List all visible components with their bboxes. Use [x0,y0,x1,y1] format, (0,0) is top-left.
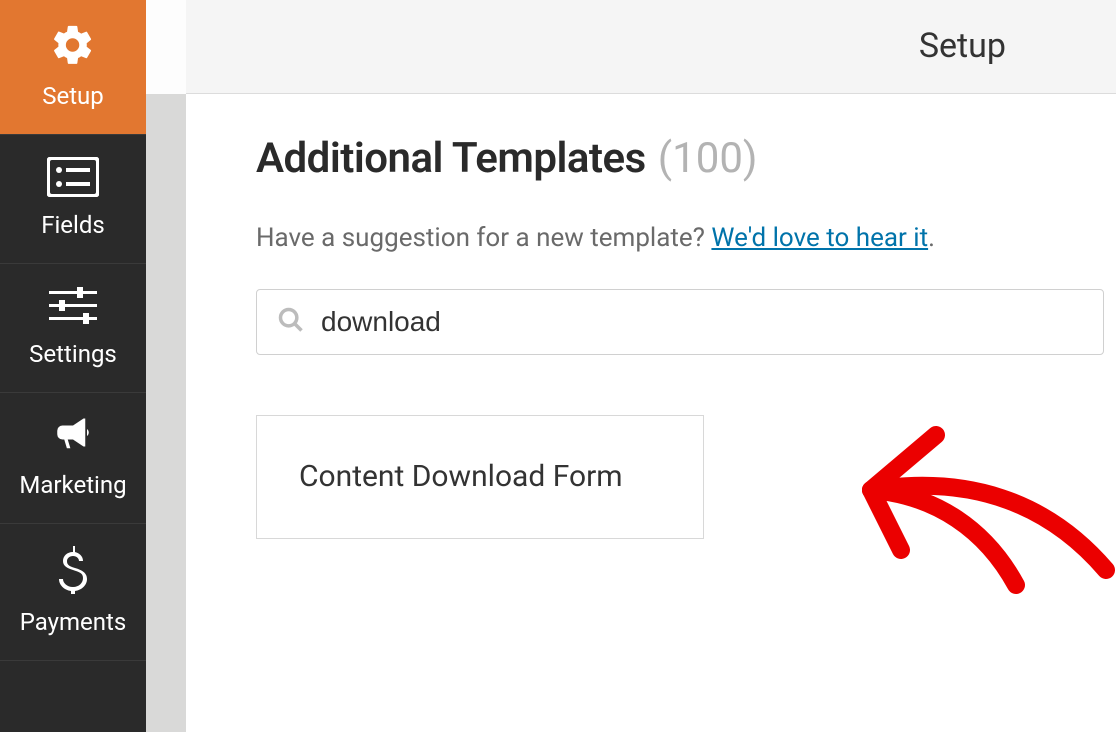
search-box[interactable] [256,289,1104,355]
template-card-title: Content Download Form [299,456,661,498]
heading-count: (100) [658,134,758,183]
search-input[interactable] [321,306,1083,338]
dollar-icon [59,546,87,598]
list-icon [47,157,99,201]
sidebar-item-marketing[interactable]: Marketing [0,393,146,524]
sidebar-item-fields[interactable]: Fields [0,135,146,264]
page-title: Setup [919,26,1006,66]
sidebar-item-settings[interactable]: Settings [0,264,146,393]
sidebar-item-label: Setup [42,82,104,110]
sidebar-item-label: Marketing [19,471,126,499]
sidebar-item-label: Payments [20,608,127,636]
main-area: Setup Additional Templates (100) Have a … [146,0,1116,732]
section-heading: Additional Templates (100) [256,134,1116,183]
sidebar: Setup Fields Settings [0,0,146,732]
suggestion-period: . [928,223,935,253]
sidebar-item-label: Settings [29,340,117,368]
shadow-stripe [146,94,186,732]
sliders-icon [49,286,97,330]
search-icon [277,306,305,338]
topbar: Setup [186,0,1116,94]
content: Additional Templates (100) Have a sugges… [186,94,1116,539]
sidebar-item-label: Fields [41,211,105,239]
suggestion-text: Have a suggestion for a new template? [256,223,711,253]
suggestion-line: Have a suggestion for a new template? We… [256,223,1116,253]
gear-icon [50,22,96,72]
heading-text: Additional Templates [256,134,646,183]
suggestion-link[interactable]: We'd love to hear it [711,223,928,253]
bullhorn-icon [49,415,97,461]
sidebar-item-payments[interactable]: Payments [0,524,146,661]
template-card[interactable]: Content Download Form [256,415,704,539]
sidebar-item-setup[interactable]: Setup [0,0,146,135]
main-panel: Setup Additional Templates (100) Have a … [186,0,1116,732]
